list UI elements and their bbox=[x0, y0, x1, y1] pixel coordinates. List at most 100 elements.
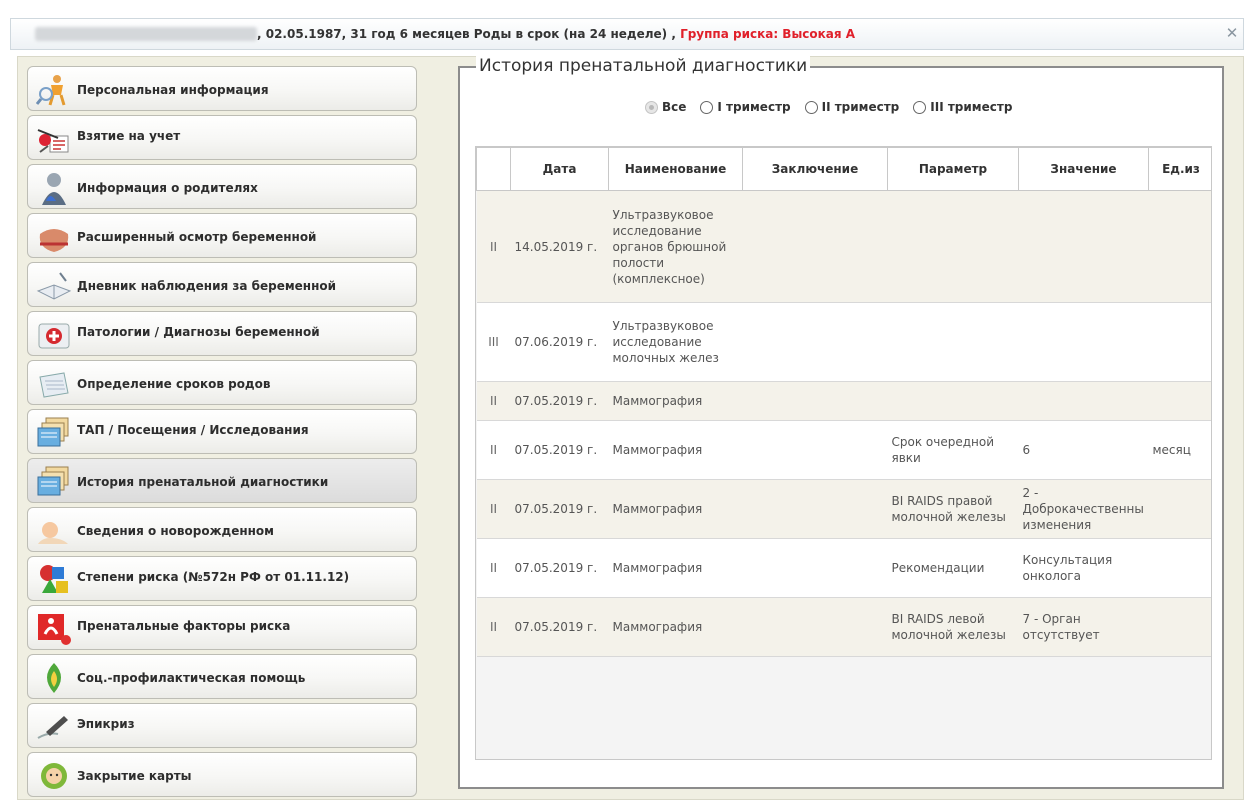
col-value-cell: 6 bbox=[1018, 420, 1149, 480]
col-trimester-cell: II bbox=[476, 597, 511, 657]
filter-radio-3[interactable]: II триместр bbox=[804, 100, 899, 114]
sidebar-item-5[interactable]: Дневник наблюдения за беременной bbox=[27, 262, 417, 307]
sidebar-item-label: Соц.-профилактическая помощь bbox=[77, 671, 306, 685]
sidebar-item-9[interactable]: История пренатальной диагностики bbox=[27, 458, 417, 503]
baby-face-icon bbox=[36, 759, 72, 793]
sidebar-item-3[interactable]: Информация о родителях bbox=[27, 164, 417, 209]
col-unit-cell bbox=[1148, 381, 1211, 421]
table-row[interactable]: II 07.05.2019 г. Маммография Срок очередной… bbox=[476, 420, 1211, 480]
col-unit-cell bbox=[1148, 479, 1211, 539]
parents-icon bbox=[36, 171, 72, 205]
col-date-cell: 07.05.2019 г. bbox=[510, 538, 609, 598]
col-unit-cell: месяц bbox=[1148, 420, 1211, 480]
sidebar-item-label: Пренатальные факторы риска bbox=[77, 619, 291, 633]
radio-circle-icon bbox=[804, 100, 818, 114]
col-conclusion-cell bbox=[742, 420, 888, 480]
risk-group-label: Группа риска: Высокая А bbox=[680, 27, 856, 41]
diagnostics-table: Дата Наименование Заключение Параметр Значен… bbox=[476, 147, 1211, 657]
sidebar-item-11[interactable]: Степени риска (№572н РФ от 01.11.12) bbox=[27, 556, 417, 601]
folders-icon bbox=[36, 416, 72, 450]
sidebar-item-13[interactable]: Соц.-профилактическая помощь bbox=[27, 654, 417, 699]
table-header-row: Дата Наименование Заключение Параметр Значен… bbox=[476, 147, 1211, 191]
folders-icon bbox=[36, 465, 72, 499]
header-col-trimester[interactable] bbox=[476, 147, 511, 191]
diagnostics-table-container: Дата Наименование Заключение Параметр Значен… bbox=[475, 146, 1212, 760]
table-row[interactable]: III 07.06.2019 г. Ультразвуковое исследова… bbox=[476, 302, 1211, 382]
col-conclusion-cell bbox=[742, 190, 888, 303]
close-icon[interactable]: ✕ bbox=[1223, 24, 1241, 42]
sidebar-item-label: История пренатальной диагностики bbox=[77, 475, 329, 489]
sidebar-item-15[interactable]: Закрытие карты bbox=[27, 752, 417, 797]
person-search-icon bbox=[35, 73, 72, 107]
risk-factors-icon bbox=[36, 612, 72, 646]
header-col-unit[interactable]: Ед.из bbox=[1148, 147, 1211, 191]
table-row[interactable]: II 07.05.2019 г. Маммография BI RAIDS левой… bbox=[476, 597, 1211, 657]
col-conclusion-cell bbox=[742, 597, 888, 657]
social-help-icon bbox=[36, 661, 72, 695]
col-trimester-cell: II bbox=[476, 538, 511, 598]
header-col-conclusion[interactable]: Заключение bbox=[742, 147, 888, 191]
col-unit-cell bbox=[1148, 302, 1211, 382]
sidebar-item-7[interactable]: Определение сроков родов bbox=[27, 360, 417, 405]
sidebar-item-label: Сведения о новорожденном bbox=[77, 524, 274, 538]
table-row[interactable]: II 14.05.2019 г. Ультразвуковое исследован… bbox=[476, 190, 1211, 303]
diary-icon bbox=[36, 269, 72, 303]
medkit-icon bbox=[36, 318, 72, 352]
col-conclusion-cell bbox=[742, 479, 888, 539]
col-unit-cell bbox=[1148, 597, 1211, 657]
sidebar-item-label: Закрытие карты bbox=[77, 769, 192, 783]
pen-icon bbox=[36, 710, 72, 744]
filter-radio-1[interactable]: Все bbox=[645, 100, 686, 114]
col-date-cell: 07.05.2019 г. bbox=[510, 381, 609, 421]
sidebar-item-4[interactable]: Расширенный осмотр беременной bbox=[27, 213, 417, 258]
header-col-name[interactable]: Наименование bbox=[608, 147, 743, 191]
col-param-cell bbox=[887, 190, 1019, 303]
header-col-date[interactable]: Дата bbox=[510, 147, 609, 191]
sidebar-item-12[interactable]: Пренатальные факторы риска bbox=[27, 605, 417, 650]
sidebar-item-label: Дневник наблюдения за беременной bbox=[77, 279, 337, 293]
col-trimester-cell: III bbox=[476, 302, 511, 382]
pregnant-exam-icon bbox=[36, 220, 72, 254]
app-window: , 02.05.1987, 31 год 6 месяцев Роды в ср… bbox=[0, 0, 1244, 800]
filter-radio-label: Все bbox=[662, 100, 687, 114]
col-trimester-cell: II bbox=[476, 190, 511, 303]
sidebar-item-6[interactable]: Патологии / Диагнозы беременной bbox=[27, 311, 417, 356]
sidebar-item-10[interactable]: Сведения о новорожденном bbox=[27, 507, 417, 552]
col-conclusion-cell bbox=[742, 381, 888, 421]
col-param-cell bbox=[887, 302, 1019, 382]
col-value-cell bbox=[1018, 381, 1149, 421]
col-param-cell: Рекомендации bbox=[887, 538, 1019, 598]
col-name-cell: Маммография bbox=[608, 479, 743, 539]
filter-radio-4[interactable]: III триместр bbox=[913, 100, 1012, 114]
header-col-value[interactable]: Значение bbox=[1018, 147, 1149, 191]
risk-shapes-icon bbox=[36, 563, 72, 597]
calendar-icon bbox=[36, 367, 72, 401]
col-name-cell: Маммография bbox=[608, 538, 743, 598]
sidebar-item-label: Патологии / Диагнозы беременной bbox=[77, 325, 320, 339]
sidebar-item-14[interactable]: Эпикриз bbox=[27, 703, 417, 748]
col-name-cell: Ультразвуковое исследование органов брюш… bbox=[608, 190, 743, 303]
sidebar-item-2[interactable]: Взятие на учет bbox=[27, 115, 417, 160]
col-trimester-cell: II bbox=[476, 479, 511, 539]
sidebar-item-label: ТАП / Посещения / Исследования bbox=[77, 423, 309, 437]
col-conclusion-cell bbox=[742, 302, 888, 382]
sidebar-item-label: Взятие на учет bbox=[77, 129, 181, 143]
patient-info-text: , 02.05.1987, 31 год 6 месяцев Роды в ср… bbox=[257, 27, 681, 41]
radio-circle-icon bbox=[700, 100, 714, 114]
patient-name-redacted bbox=[35, 27, 257, 41]
col-date-cell: 07.05.2019 г. bbox=[510, 479, 609, 539]
sidebar-item-8[interactable]: ТАП / Посещения / Исследования bbox=[27, 409, 417, 454]
table-row[interactable]: II 07.05.2019 г. Маммография bbox=[476, 381, 1211, 421]
header-col-param[interactable]: Параметр bbox=[887, 147, 1019, 191]
table-row[interactable]: II 07.05.2019 г. Маммография Рекомендации Ко… bbox=[476, 538, 1211, 598]
col-param-cell bbox=[887, 381, 1019, 421]
col-name-cell: Маммография bbox=[608, 420, 743, 480]
col-name-cell: Ультразвуковое исследование молочных жел… bbox=[608, 302, 743, 382]
col-trimester-cell: II bbox=[476, 381, 511, 421]
filter-radio-2[interactable]: I триместр bbox=[700, 100, 791, 114]
sidebar-item-label: Эпикриз bbox=[77, 717, 135, 731]
filter-radio-label: III триместр bbox=[930, 100, 1013, 114]
sidebar-item-label: Персональная информация bbox=[77, 83, 269, 97]
table-row[interactable]: II 07.05.2019 г. Маммография BI RAIDS право… bbox=[476, 479, 1211, 539]
sidebar-item-1[interactable]: Персональная информация bbox=[27, 66, 417, 111]
